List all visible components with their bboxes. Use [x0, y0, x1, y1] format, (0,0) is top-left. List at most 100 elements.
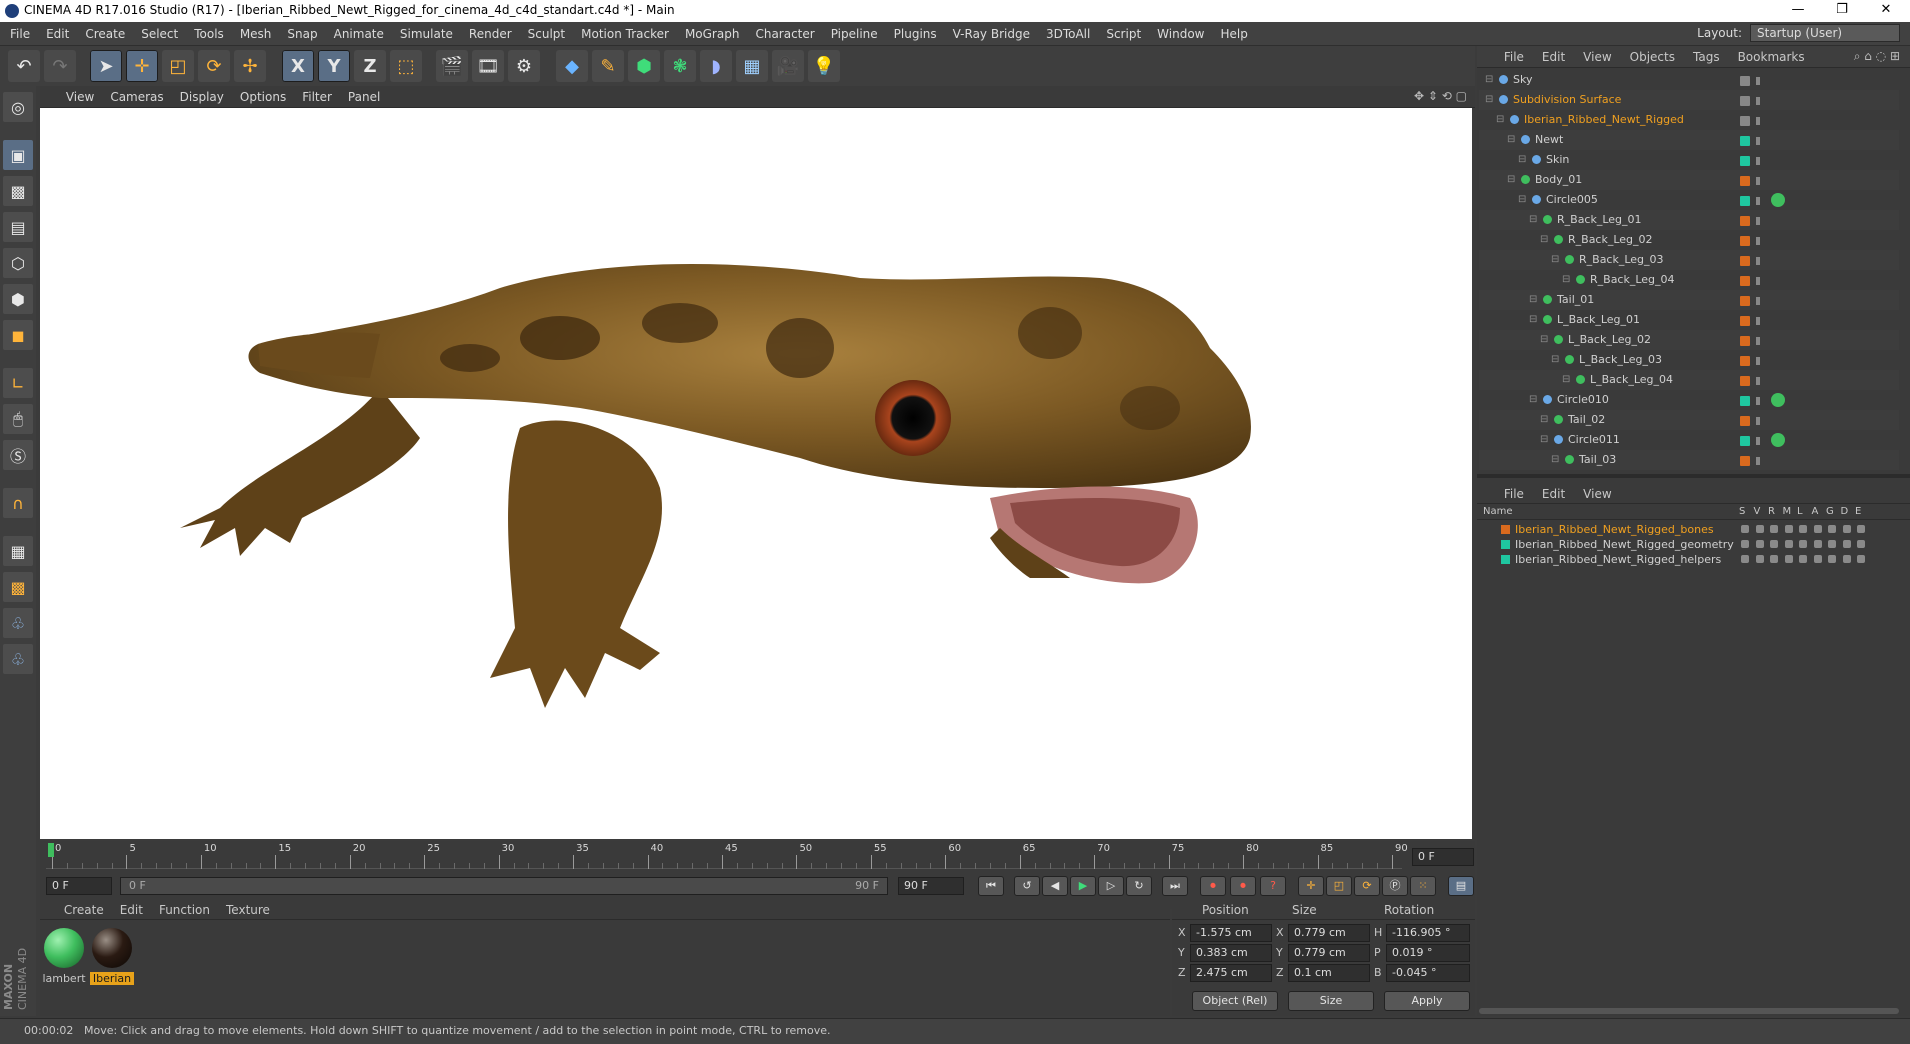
light-icon[interactable]: 💡 — [808, 50, 840, 82]
object-name[interactable]: R_Back_Leg_02 — [1568, 230, 1653, 250]
key-position-icon[interactable]: ✛ — [1298, 876, 1324, 896]
layer-row[interactable]: Iberian_Ribbed_Newt_Rigged_helpers — [1479, 552, 1899, 567]
layer-toggle-icon[interactable] — [1799, 540, 1807, 548]
visibility-dots-icon[interactable] — [1756, 217, 1760, 225]
object-layer-color[interactable] — [1740, 396, 1750, 406]
object-layer-color[interactable] — [1740, 416, 1750, 426]
position-y-field[interactable]: 0.383 cm — [1190, 944, 1272, 962]
visibility-dots-icon[interactable] — [1756, 237, 1760, 245]
object-row[interactable]: ⊟ Newt — [1479, 130, 1899, 150]
object-layer-color[interactable] — [1740, 156, 1750, 166]
object-row[interactable]: ⊟ L_Back_Leg_01 — [1479, 310, 1899, 330]
layer-toggle-icon[interactable] — [1813, 525, 1822, 533]
object-row[interactable]: ⊟ Tail_01 — [1479, 290, 1899, 310]
layer-name[interactable]: Iberian_Ribbed_Newt_Rigged_geometry — [1515, 537, 1734, 552]
object-name[interactable]: Subdivision Surface — [1513, 90, 1621, 110]
position-x-field[interactable]: -1.575 cm — [1190, 924, 1272, 942]
python-script-icon[interactable]: ♧ — [3, 608, 33, 638]
object-layer-color[interactable] — [1740, 436, 1750, 446]
visibility-dots-icon[interactable] — [1756, 117, 1760, 125]
menu-motion-tracker[interactable]: Motion Tracker — [573, 22, 677, 46]
visibility-dots-icon[interactable] — [1756, 457, 1760, 465]
subdivision-surface-icon[interactable]: ⬢ — [628, 50, 660, 82]
viewport-menu-panel[interactable]: Panel — [340, 86, 388, 108]
key-scale-icon[interactable]: ◰ — [1326, 876, 1352, 896]
layer-toggle-icon[interactable] — [1857, 525, 1865, 533]
layer-toggle-icon[interactable] — [1741, 525, 1749, 533]
object-row[interactable]: ⊟ Circle010 — [1479, 390, 1899, 410]
material-menu-create[interactable]: Create — [56, 900, 112, 920]
layer-name[interactable]: Iberian_Ribbed_Newt_Rigged_bones — [1515, 522, 1714, 537]
object-name[interactable]: Circle012 — [1579, 470, 1631, 472]
object-row[interactable]: ⊟ L_Back_Leg_02 — [1479, 330, 1899, 350]
layer-toggle-icon[interactable] — [1857, 555, 1865, 563]
playhead-marker[interactable] — [48, 843, 54, 857]
object-layer-color[interactable] — [1740, 136, 1750, 146]
menu-select[interactable]: Select — [133, 22, 186, 46]
rotation-p-field[interactable]: 0.019 ° — [1386, 944, 1470, 962]
object-row[interactable]: ⊟ R_Back_Leg_04 — [1479, 270, 1899, 290]
current-frame-field[interactable]: 0 F — [1412, 848, 1474, 866]
viewport-menu-view[interactable]: View — [58, 86, 102, 108]
menu-render[interactable]: Render — [461, 22, 520, 46]
layer-toggle-icon[interactable] — [1799, 555, 1807, 563]
object-name[interactable]: L_Back_Leg_02 — [1568, 330, 1651, 350]
object-layer-color[interactable] — [1740, 196, 1750, 206]
layer-col-e[interactable]: E — [1855, 506, 1861, 517]
menu-pipeline[interactable]: Pipeline — [823, 22, 886, 46]
cube-object-icon[interactable]: ◆ — [556, 50, 588, 82]
menu-window[interactable]: Window — [1149, 22, 1212, 46]
layer-toggle-icon[interactable] — [1842, 525, 1851, 533]
timeline-track[interactable]: 0 5 10 15 20 25 30 35 40 45 50 55 60 65 70 75 80 85 90 — [46, 841, 1408, 869]
layer-toggle-icon[interactable] — [1755, 525, 1764, 533]
object-row[interactable]: ⊟ Skin — [1479, 150, 1899, 170]
object-layer-color[interactable] — [1740, 256, 1750, 266]
tree-expander-icon[interactable]: ⊟ — [1551, 470, 1559, 472]
tree-expander-icon[interactable]: ⊟ — [1562, 270, 1570, 290]
layer-toggle-icon[interactable] — [1770, 555, 1778, 563]
object-name[interactable]: Skin — [1546, 150, 1569, 170]
visibility-dots-icon[interactable] — [1756, 317, 1760, 325]
tree-expander-icon[interactable]: ⊟ — [1518, 190, 1526, 210]
layer-toggle-icon[interactable] — [1842, 540, 1851, 548]
layer-toggle-icon[interactable] — [1784, 540, 1793, 548]
layer-toggle-icon[interactable] — [1813, 540, 1822, 548]
move-tool-icon[interactable]: ✛ — [126, 50, 158, 82]
edges-mode-icon[interactable]: ⬢ — [3, 284, 33, 314]
visibility-dots-icon[interactable] — [1756, 417, 1760, 425]
snap-magnet-icon[interactable]: ∩ — [3, 488, 33, 518]
visibility-dots-icon[interactable] — [1756, 257, 1760, 265]
rotate-tool-icon[interactable]: ⟳ — [198, 50, 230, 82]
rotation-h-field[interactable]: -116.905 ° — [1386, 924, 1470, 942]
visibility-dots-icon[interactable] — [1756, 357, 1760, 365]
visibility-dots-icon[interactable] — [1756, 197, 1760, 205]
material-menu-function[interactable]: Function — [151, 900, 218, 920]
layer-toggle-icon[interactable] — [1770, 540, 1778, 548]
minimize-button[interactable]: — — [1776, 0, 1820, 22]
object-name[interactable]: Body_01 — [1535, 170, 1582, 190]
layer-toggle-icon[interactable] — [1842, 555, 1851, 563]
menu-tools[interactable]: Tools — [186, 22, 232, 46]
axis-mode-icon[interactable]: ∟ — [3, 368, 33, 398]
object-name[interactable]: Newt — [1535, 130, 1563, 150]
size-y-field[interactable]: 0.779 cm — [1288, 944, 1370, 962]
object-name[interactable]: R_Back_Leg_04 — [1590, 270, 1675, 290]
menu-mograph[interactable]: MoGraph — [677, 22, 748, 46]
object-layer-color[interactable] — [1740, 76, 1750, 86]
menu-mesh[interactable]: Mesh — [232, 22, 280, 46]
material-tag-icon[interactable] — [1771, 193, 1785, 207]
object-layer-color[interactable] — [1740, 336, 1750, 346]
frame-range-slider[interactable]: 0 F 90 F — [120, 877, 888, 895]
menu-sculpt[interactable]: Sculpt — [520, 22, 573, 46]
panel-divider[interactable] — [1477, 474, 1910, 478]
menu-animate[interactable]: Animate — [326, 22, 392, 46]
object-layer-color[interactable] — [1740, 96, 1750, 106]
layer-col-v[interactable]: V — [1754, 506, 1761, 517]
object-layer-color[interactable] — [1740, 356, 1750, 366]
viewport-menu-filter[interactable]: Filter — [294, 86, 340, 108]
object-name[interactable]: Tail_02 — [1568, 410, 1605, 430]
redo-icon[interactable]: ↷ — [44, 50, 76, 82]
object-menu-file[interactable]: File — [1495, 46, 1533, 68]
tree-expander-icon[interactable]: ⊟ — [1551, 350, 1559, 370]
timeline-ruler[interactable]: 0 5 10 15 20 25 30 35 40 45 50 55 60 65 70 75 80 85 90 0 F — [40, 841, 1475, 875]
